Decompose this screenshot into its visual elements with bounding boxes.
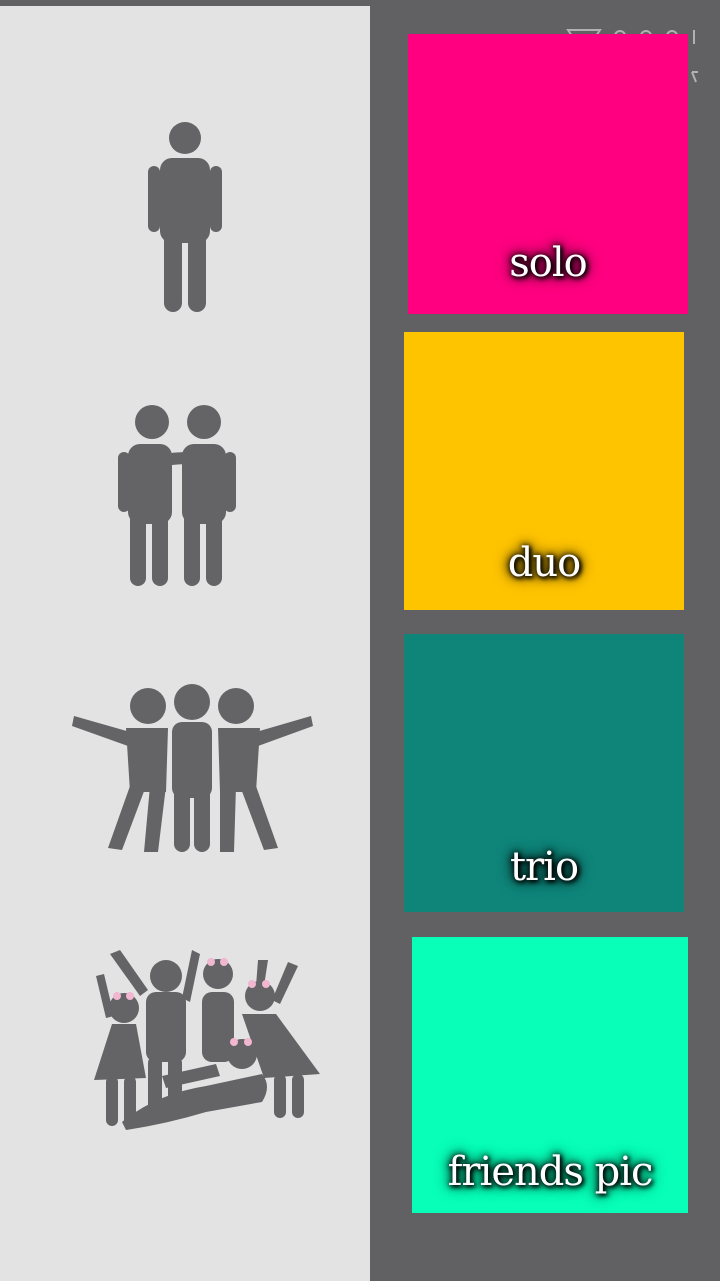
three-friends-icon: [70, 682, 315, 857]
duo-label: duo: [507, 540, 581, 586]
trio-tile[interactable]: trio: [404, 634, 684, 912]
single-person-icon: [140, 118, 230, 318]
duo-tile[interactable]: duo: [404, 332, 684, 610]
solo-tile[interactable]: solo: [408, 34, 688, 314]
group-of-friends-icon: [66, 946, 326, 1136]
friends-pic-tile[interactable]: friends pic: [412, 937, 688, 1213]
solo-label: solo: [509, 240, 587, 286]
friends-pic-label: friends pic: [447, 1149, 654, 1195]
two-friends-icon: [112, 400, 242, 590]
trio-label: trio: [509, 844, 579, 890]
